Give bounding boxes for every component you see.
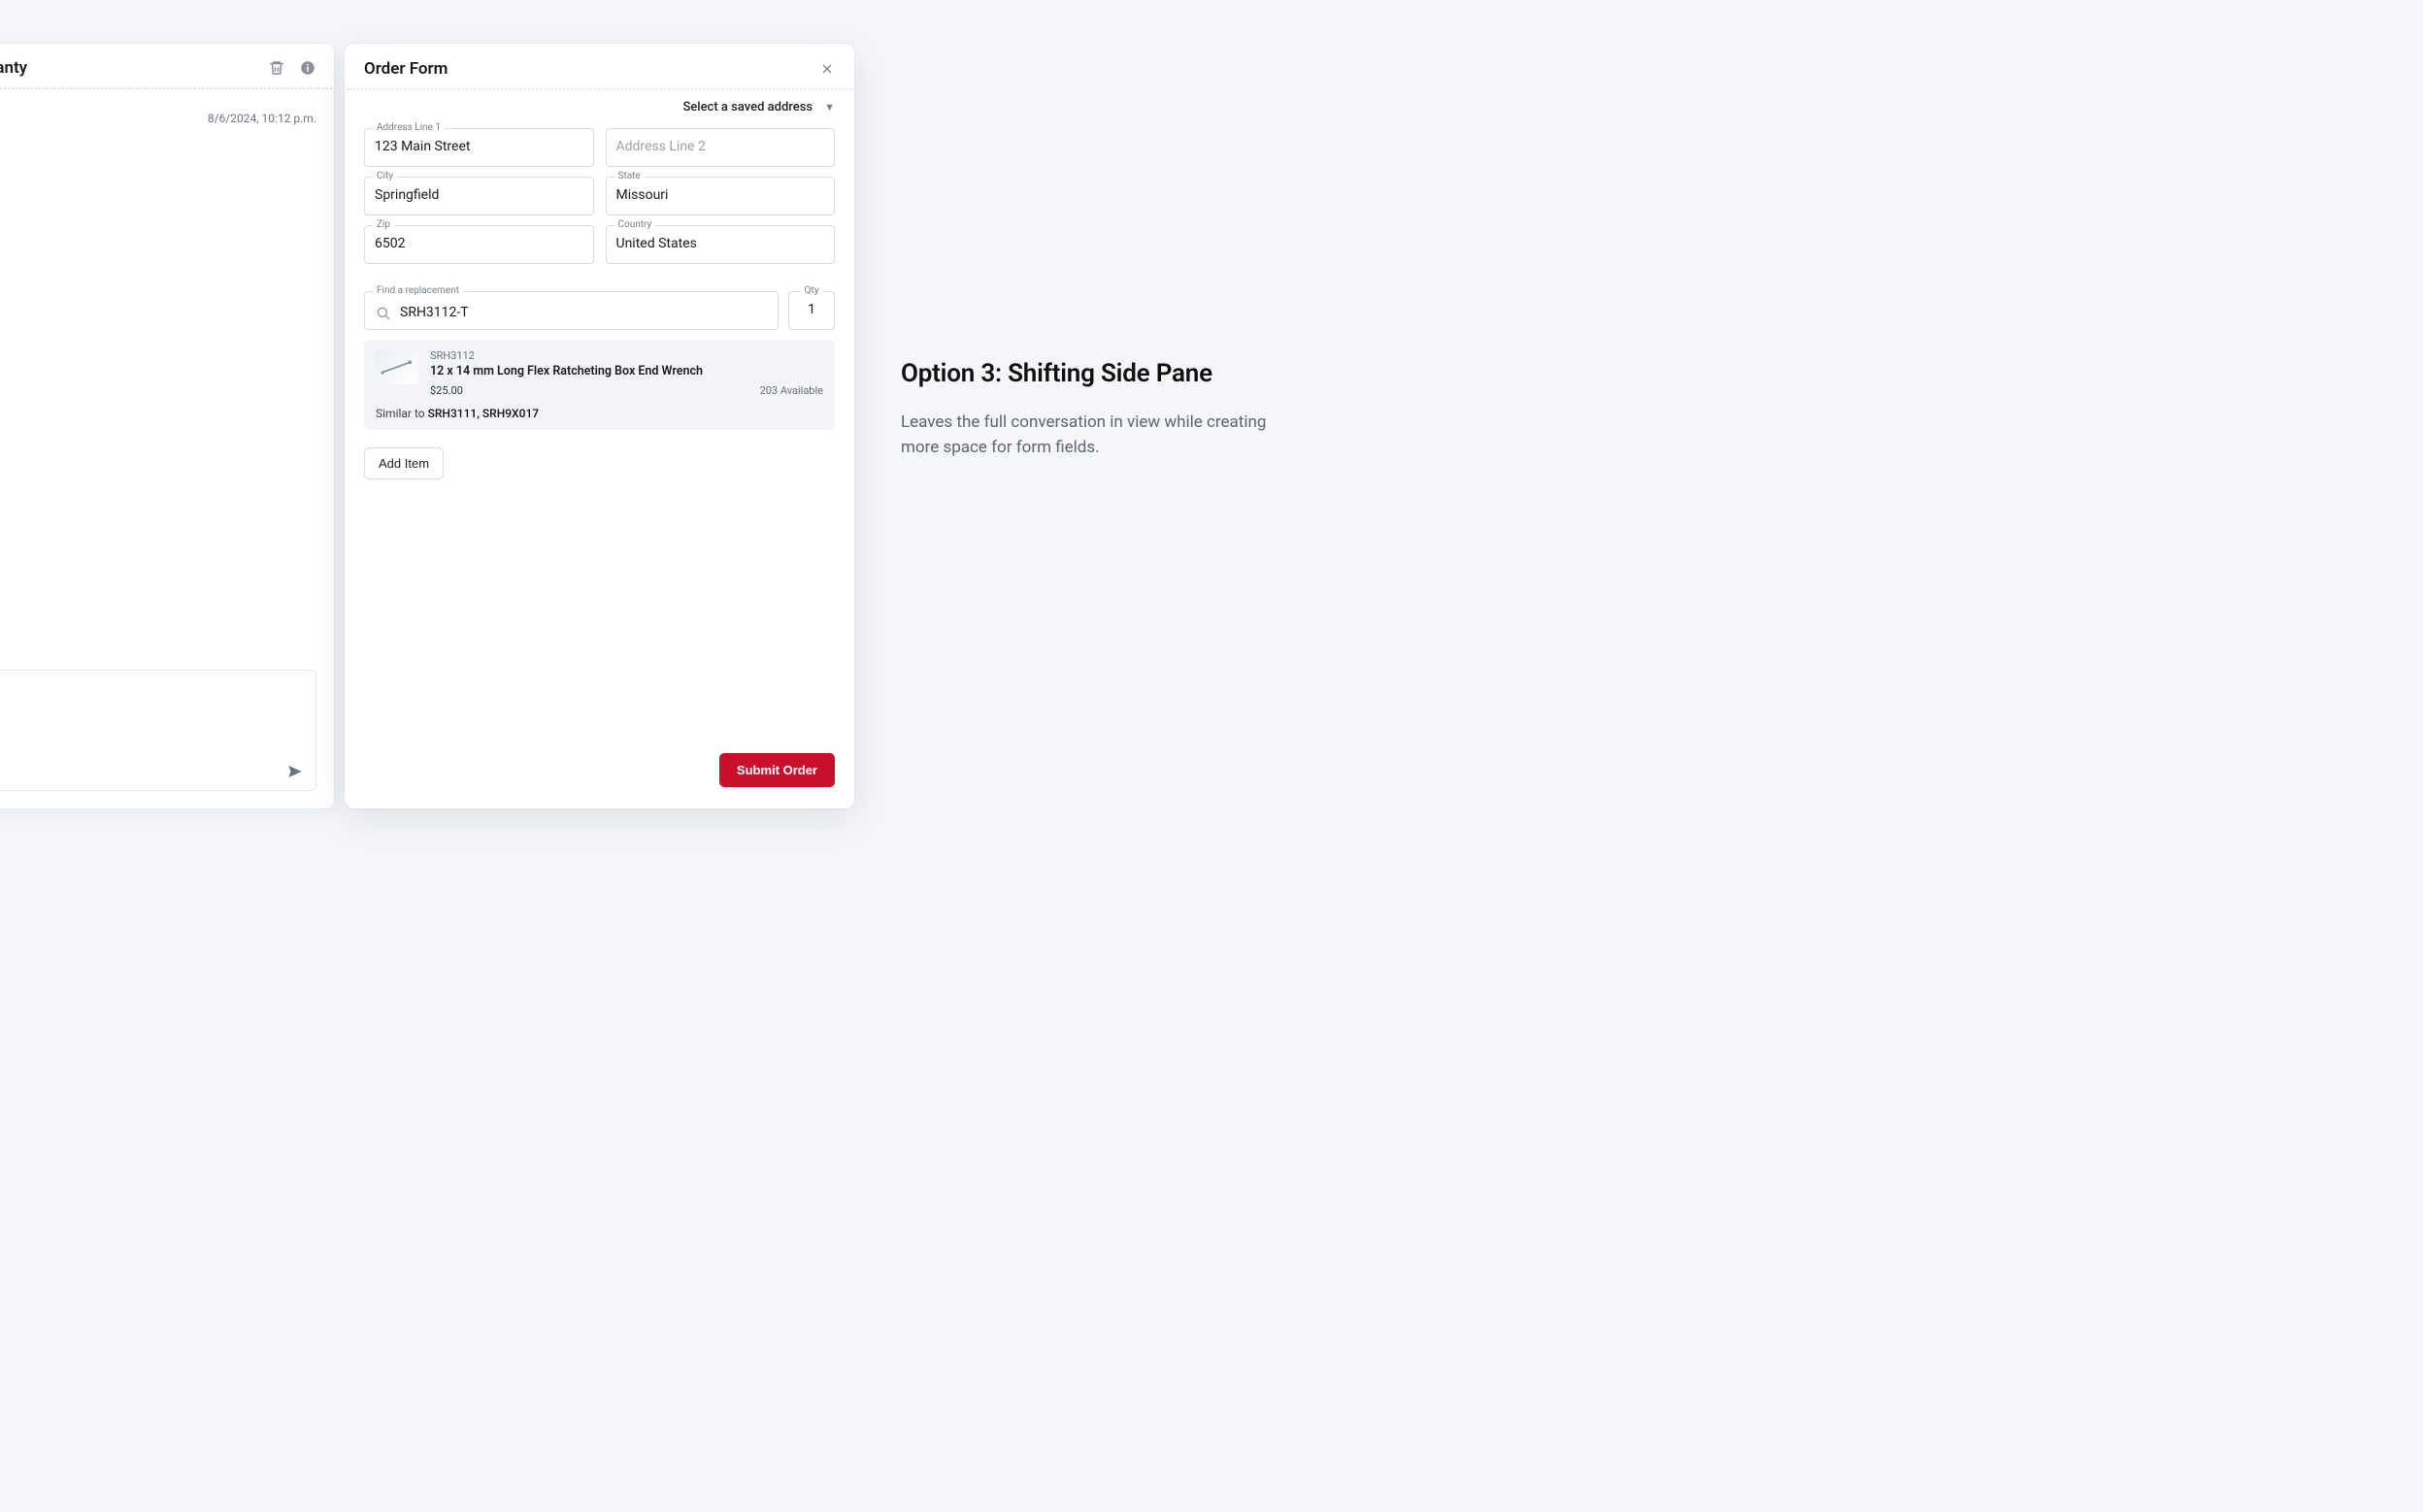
field-label: State: [614, 171, 645, 181]
product-name: 12 x 14 mm Long Flex Ratcheting Box End …: [430, 364, 823, 378]
attachment-thumbnails: [0, 221, 334, 276]
address-line-1-field[interactable]: Address Line 1 123 Main Street: [364, 128, 594, 167]
compose-box: eply Note essage: [0, 670, 316, 791]
info-icon[interactable]: [299, 59, 316, 77]
message-line: ken.: [0, 151, 316, 167]
field-value: Springfield: [375, 187, 583, 203]
add-item-button[interactable]: Add Item: [364, 447, 444, 479]
send-icon[interactable]: [286, 763, 304, 780]
order-form-title: Order Form: [364, 59, 448, 79]
state-field[interactable]: State Missouri: [606, 177, 836, 215]
field-label: Address Line 1: [373, 122, 445, 133]
field-value: 6502: [375, 236, 583, 251]
search-result-card[interactable]: SRH3112 12 x 14 mm Long Flex Ratcheting …: [364, 340, 835, 430]
close-icon[interactable]: [819, 61, 835, 77]
conversation-header: Marvin McKinney – Warranty: [0, 44, 334, 87]
submit-order-button[interactable]: Submit Order: [719, 753, 835, 787]
field-label: City: [373, 171, 397, 181]
field-label: Country: [614, 219, 656, 230]
trash-icon[interactable]: [268, 59, 285, 77]
zip-field[interactable]: Zip 6502: [364, 225, 594, 264]
product-sku: SRH3112: [430, 349, 823, 362]
compose-textarea[interactable]: essage: [0, 705, 315, 755]
product-availability: 203 Available: [760, 384, 823, 397]
country-field[interactable]: Country United States: [606, 225, 836, 264]
message: M Marvin McKinney 8/6/2024, 10:12 p.m. k…: [0, 89, 334, 200]
field-label: Qty: [801, 285, 823, 296]
similar-products: Similar to SRH3111, SRH9X017: [376, 407, 823, 420]
field-value: United States: [616, 236, 825, 251]
chevron-down-icon: ▼: [824, 101, 835, 114]
conversation-title: Marvin McKinney – Warranty: [0, 58, 27, 78]
compose-tabs: eply Note: [0, 671, 315, 705]
message-timestamp: 8/6/2024, 10:12 p.m.: [208, 112, 316, 125]
option-description: Option 3: Shifting Side Pane Leaves the …: [901, 359, 1270, 461]
saved-address-label: Select a saved address: [682, 100, 813, 115]
option-heading: Option 3: Shifting Side Pane: [901, 359, 1270, 388]
city-field[interactable]: City Springfield: [364, 177, 594, 215]
field-label: Find a replacement: [373, 285, 463, 296]
field-placeholder: Address Line 2: [616, 139, 825, 154]
qty-field[interactable]: Qty 1: [788, 291, 835, 330]
field-value: 1: [799, 302, 824, 317]
search-icon: [375, 305, 392, 322]
message-line: n Number: WRN77107: [0, 184, 316, 200]
field-value: 123 Main Street: [375, 139, 583, 154]
order-form-header: Order Form: [345, 44, 854, 88]
find-replacement-field[interactable]: Find a replacement SRH3112-T: [364, 291, 779, 330]
order-form-pane: Order Form Select a saved address ▼ Addr…: [345, 44, 854, 808]
field-value: SRH3112-T: [400, 305, 768, 320]
product-thumbnail: [376, 349, 418, 384]
option-body: Leaves the full conversation in view whi…: [901, 410, 1270, 461]
product-price: $25.00: [430, 384, 463, 397]
saved-address-dropdown[interactable]: Select a saved address ▼: [682, 100, 835, 115]
field-value: Missouri: [616, 187, 825, 203]
field-label: Zip: [373, 219, 394, 230]
conversation-pane: Marvin McKinney – Warranty M Marvin McKi…: [0, 44, 334, 808]
address-line-2-field[interactable]: Address Line 2: [606, 128, 836, 167]
